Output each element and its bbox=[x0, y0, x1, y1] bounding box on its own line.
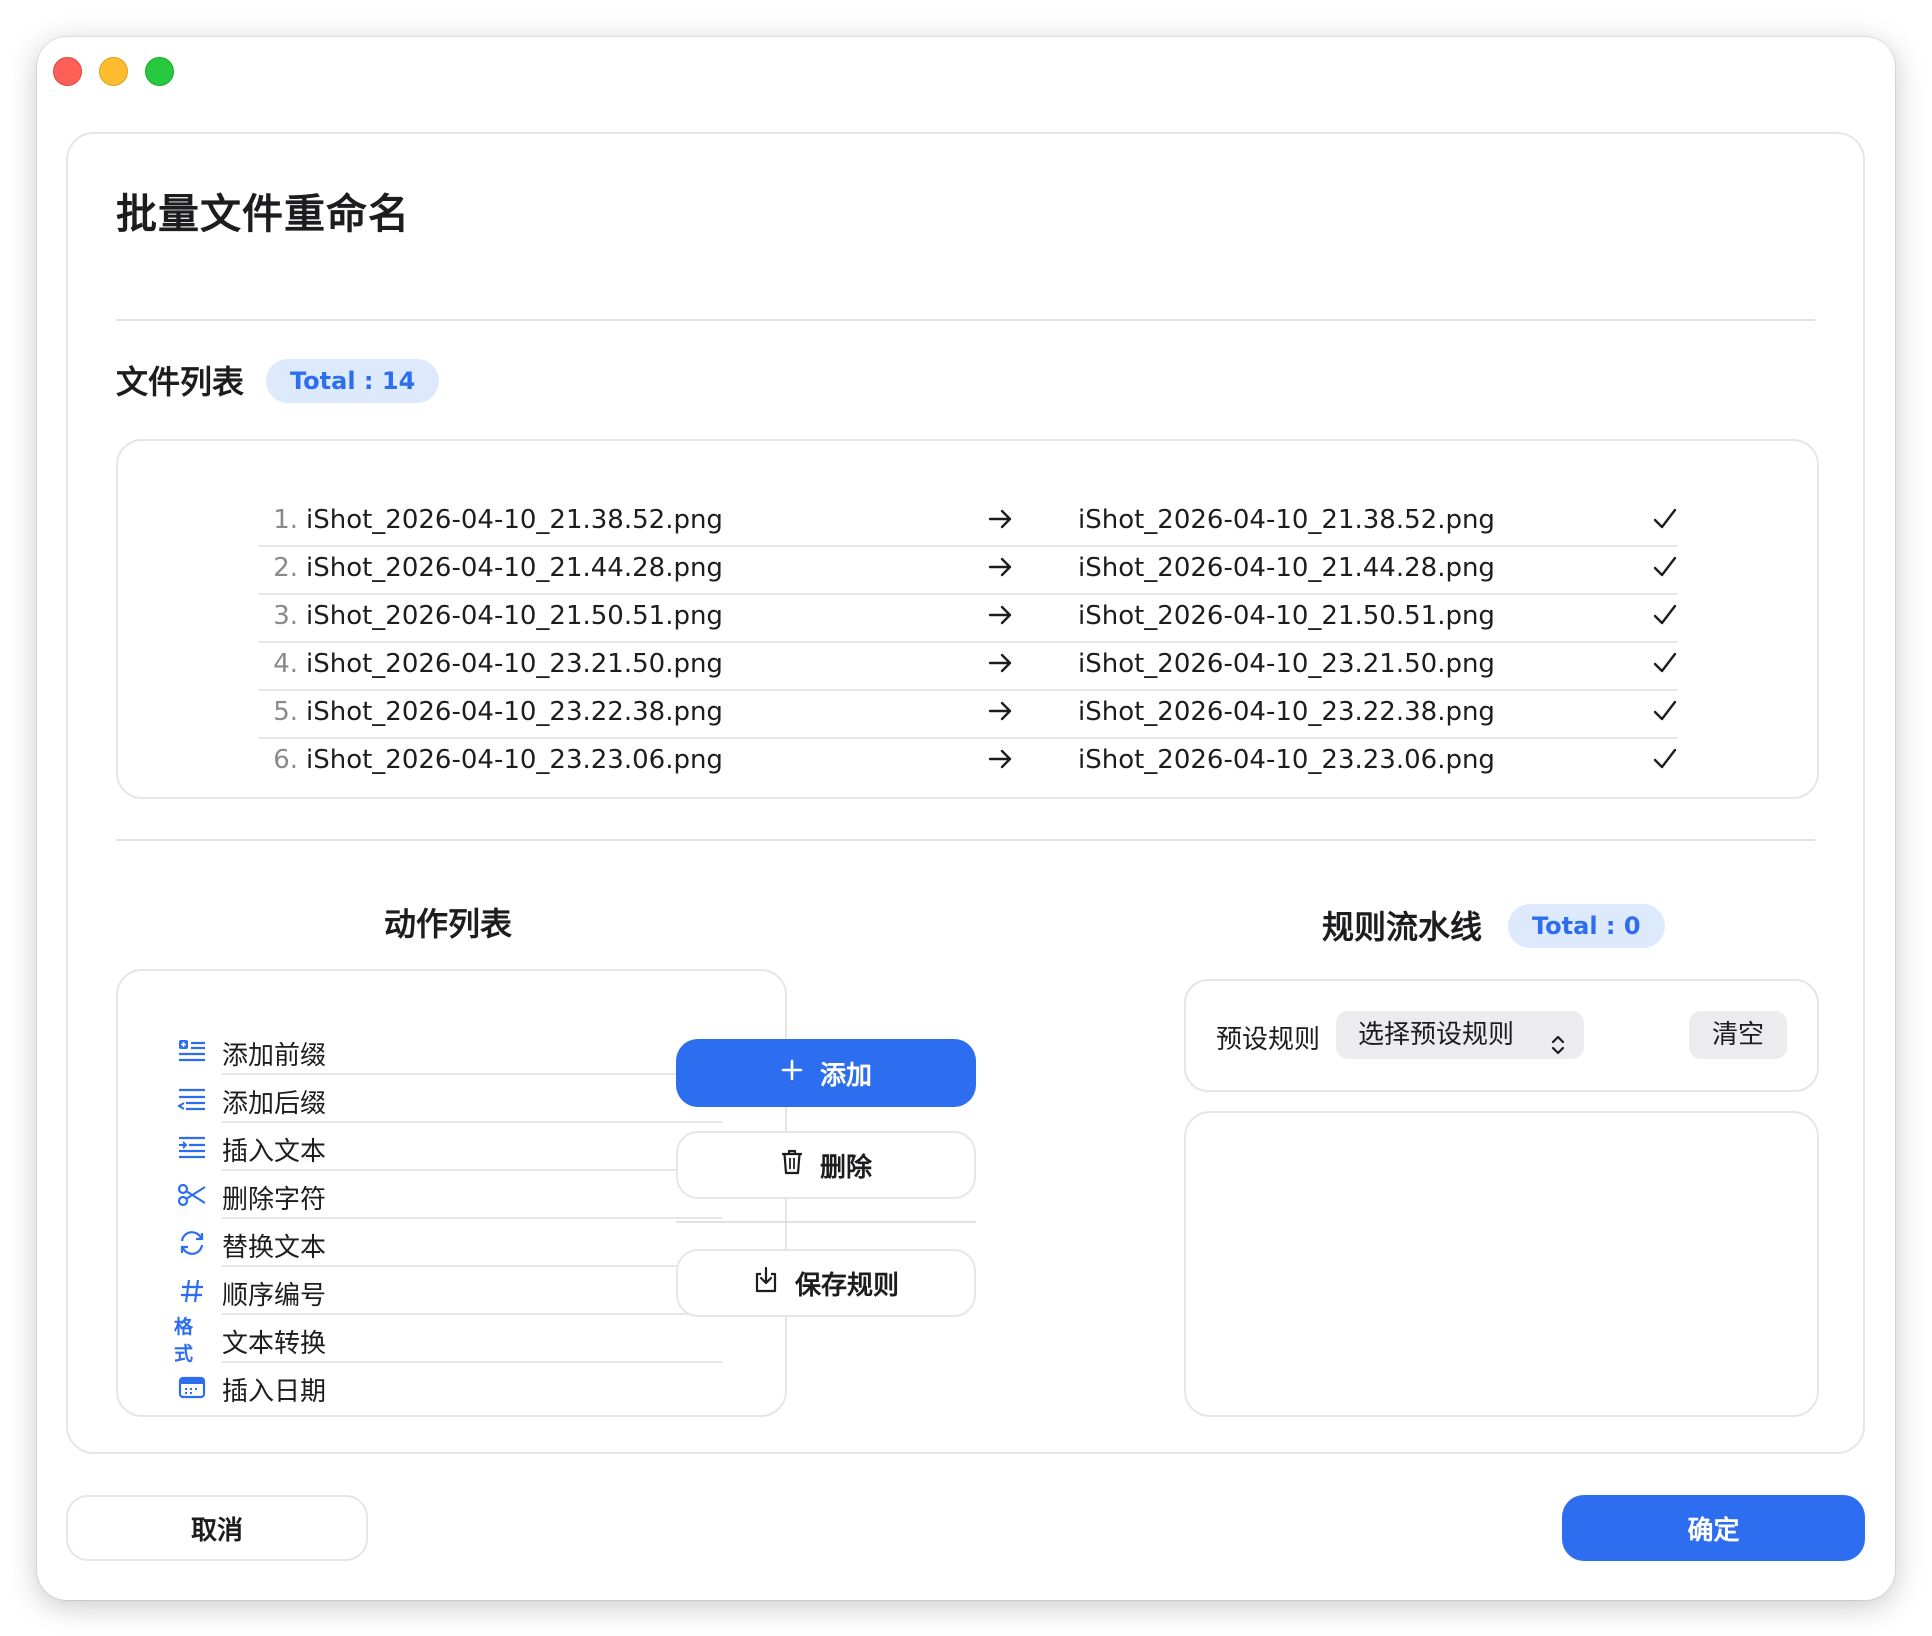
preset-rule-bar: 预设规则 选择预设规则 清空 bbox=[1184, 979, 1819, 1092]
delete-button-label: 删除 bbox=[819, 1152, 872, 1183]
file-new-name: iShot_2026-04-10_23.22.38.png bbox=[1078, 697, 1495, 727]
checkmark-icon bbox=[1652, 507, 1678, 538]
section-divider bbox=[116, 839, 1815, 841]
file-row[interactable]: 3. iShot_2026-04-10_21.50.51.png iShot_2… bbox=[258, 595, 1678, 643]
main-card: 批量文件重命名 文件列表 Total : 14 1. iShot_2026-04… bbox=[66, 132, 1865, 1454]
file-count-badge: Total : 14 bbox=[266, 359, 440, 403]
action-label: 插入文本 bbox=[222, 1137, 327, 1167]
file-row-number: 5. bbox=[273, 697, 298, 727]
checkmark-icon bbox=[1652, 651, 1678, 682]
checkmark-icon bbox=[1652, 699, 1678, 730]
add-button-label: 添加 bbox=[819, 1060, 872, 1091]
file-new-name: iShot_2026-04-10_21.50.51.png bbox=[1078, 601, 1495, 631]
action-item-text-convert[interactable]: 格式 文本转换 bbox=[174, 1315, 722, 1365]
trash-icon bbox=[780, 1148, 804, 1183]
pipeline-title: 规则流水线 bbox=[1322, 908, 1483, 946]
delete-button[interactable]: 删除 bbox=[676, 1131, 976, 1199]
arrow-right-icon bbox=[988, 651, 1014, 682]
confirm-button-label: 确定 bbox=[1687, 1515, 1740, 1546]
add-button[interactable]: 添加 bbox=[676, 1039, 976, 1107]
cancel-button[interactable]: 取消 bbox=[66, 1495, 368, 1561]
replace-icon bbox=[174, 1229, 210, 1257]
window-controls bbox=[53, 57, 174, 86]
file-new-name: iShot_2026-04-10_21.44.28.png bbox=[1078, 553, 1495, 583]
file-original-name: iShot_2026-04-10_23.23.06.png bbox=[306, 745, 723, 775]
file-new-name: iShot_2026-04-10_23.23.06.png bbox=[1078, 745, 1495, 775]
action-item-insert-date[interactable]: 插入日期 bbox=[174, 1363, 722, 1411]
action-label: 文本转换 bbox=[222, 1329, 327, 1359]
arrow-right-icon bbox=[988, 699, 1014, 730]
file-original-name: iShot_2026-04-10_23.21.50.png bbox=[306, 649, 723, 679]
close-window-button[interactable] bbox=[53, 57, 82, 86]
title-divider bbox=[116, 319, 1815, 321]
arrow-right-icon bbox=[988, 747, 1014, 778]
file-row-number: 1. bbox=[273, 505, 298, 535]
checkmark-icon bbox=[1652, 555, 1678, 586]
button-divider bbox=[676, 1221, 976, 1223]
file-original-name: iShot_2026-04-10_21.50.51.png bbox=[306, 601, 723, 631]
clear-button[interactable]: 清空 bbox=[1689, 1011, 1787, 1059]
preset-rule-select[interactable]: 选择预设规则 bbox=[1336, 1011, 1584, 1059]
zoom-window-button[interactable] bbox=[145, 57, 174, 86]
action-label: 添加前缀 bbox=[222, 1041, 327, 1071]
file-original-name: iShot_2026-04-10_21.44.28.png bbox=[306, 553, 723, 583]
file-list[interactable]: 1. iShot_2026-04-10_21.38.52.png iShot_2… bbox=[116, 439, 1819, 799]
file-row-number: 6. bbox=[273, 745, 298, 775]
action-label: 插入日期 bbox=[222, 1377, 327, 1407]
file-new-name: iShot_2026-04-10_23.21.50.png bbox=[1078, 649, 1495, 679]
save-rule-button-label: 保存规则 bbox=[794, 1270, 899, 1301]
action-item-add-prefix[interactable]: 添加前缀 bbox=[174, 1027, 722, 1075]
file-list-title: 文件列表 bbox=[116, 363, 245, 401]
file-row[interactable]: 1. iShot_2026-04-10_21.38.52.png iShot_2… bbox=[258, 499, 1678, 547]
calendar-icon bbox=[174, 1373, 210, 1401]
file-row-number: 2. bbox=[273, 553, 298, 583]
preset-select-value: 选择预设规则 bbox=[1358, 1020, 1515, 1050]
file-row-number: 4. bbox=[273, 649, 298, 679]
action-item-delete-chars[interactable]: 删除字符 bbox=[174, 1171, 722, 1219]
file-row-number: 3. bbox=[273, 601, 298, 631]
minimize-window-button[interactable] bbox=[99, 57, 128, 86]
action-label: 替换文本 bbox=[222, 1233, 327, 1263]
suffix-icon bbox=[174, 1085, 210, 1113]
file-row[interactable]: 6. iShot_2026-04-10_23.23.06.png iShot_2… bbox=[258, 739, 1678, 787]
save-icon bbox=[753, 1266, 779, 1301]
hash-icon bbox=[174, 1277, 210, 1305]
page-title: 批量文件重命名 bbox=[116, 190, 410, 238]
save-rule-button[interactable]: 保存规则 bbox=[676, 1249, 976, 1317]
file-row[interactable]: 2. iShot_2026-04-10_21.44.28.png iShot_2… bbox=[258, 547, 1678, 595]
file-original-name: iShot_2026-04-10_21.38.52.png bbox=[306, 505, 723, 535]
format-icon: 格式 bbox=[174, 1316, 194, 1365]
pipeline-list[interactable] bbox=[1184, 1111, 1819, 1417]
file-new-name: iShot_2026-04-10_21.38.52.png bbox=[1078, 505, 1495, 535]
arrow-right-icon bbox=[988, 603, 1014, 634]
action-item-replace-text[interactable]: 替换文本 bbox=[174, 1219, 722, 1267]
actions-title: 动作列表 bbox=[384, 905, 513, 943]
preset-rule-label: 预设规则 bbox=[1216, 1025, 1321, 1055]
action-item-sequence-number[interactable]: 顺序编号 bbox=[174, 1267, 722, 1315]
prefix-icon bbox=[174, 1037, 210, 1065]
file-row[interactable]: 5. iShot_2026-04-10_23.22.38.png iShot_2… bbox=[258, 691, 1678, 739]
plus-icon bbox=[780, 1058, 804, 1089]
rename-dialog-window: 批量文件重命名 文件列表 Total : 14 1. iShot_2026-04… bbox=[37, 37, 1895, 1600]
confirm-button[interactable]: 确定 bbox=[1562, 1495, 1865, 1561]
action-label: 删除字符 bbox=[222, 1185, 327, 1215]
pipeline-count-badge: Total : 0 bbox=[1508, 904, 1665, 948]
scissors-icon bbox=[174, 1181, 210, 1209]
file-row[interactable]: 4. iShot_2026-04-10_23.21.50.png iShot_2… bbox=[258, 643, 1678, 691]
arrow-right-icon bbox=[988, 507, 1014, 538]
checkmark-icon bbox=[1652, 747, 1678, 778]
action-label: 添加后缀 bbox=[222, 1089, 327, 1119]
cancel-button-label: 取消 bbox=[190, 1515, 243, 1546]
chevron-updown-icon bbox=[1550, 1024, 1566, 1072]
insert-text-icon bbox=[174, 1133, 210, 1161]
action-item-add-suffix[interactable]: 添加后缀 bbox=[174, 1075, 722, 1123]
arrow-right-icon bbox=[988, 555, 1014, 586]
checkmark-icon bbox=[1652, 603, 1678, 634]
action-item-insert-text[interactable]: 插入文本 bbox=[174, 1123, 722, 1171]
action-label: 顺序编号 bbox=[222, 1281, 327, 1311]
file-original-name: iShot_2026-04-10_23.22.38.png bbox=[306, 697, 723, 727]
